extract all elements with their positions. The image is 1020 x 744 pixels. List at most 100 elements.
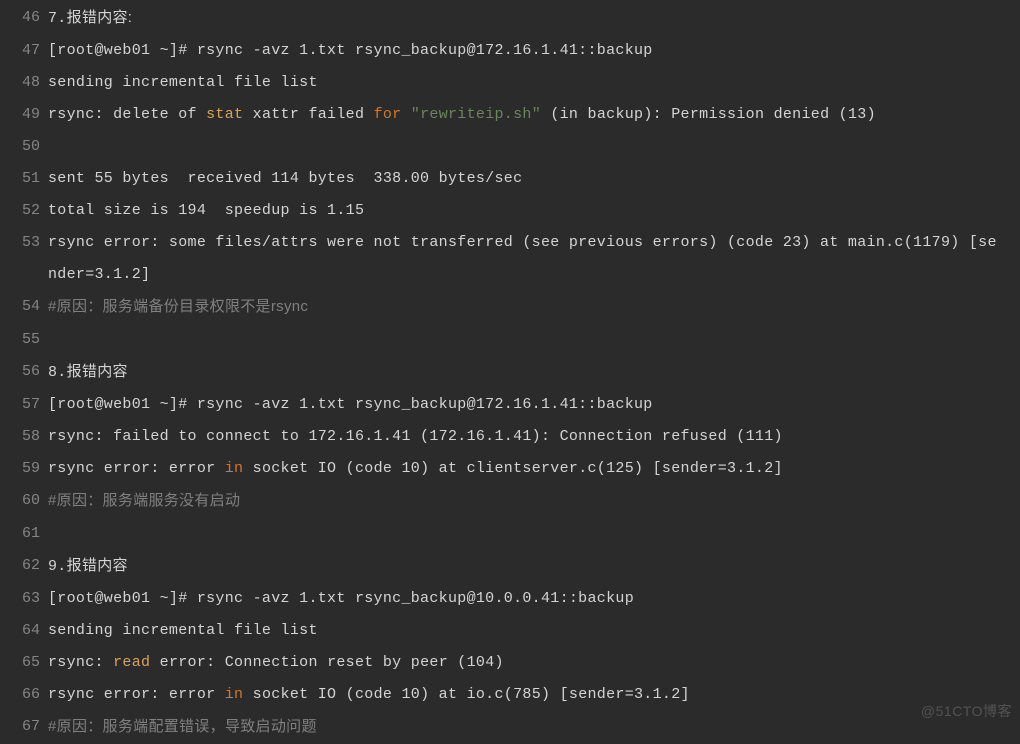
line-content: #原因：服务端服务没有启动 [48, 485, 1020, 518]
line-number: 63 [0, 583, 48, 615]
line-number: 46 [0, 2, 48, 34]
token: xattr failed [243, 106, 373, 123]
line-number: 59 [0, 453, 48, 485]
line-content: rsync error: some files/attrs were not t… [48, 227, 1020, 291]
token: 报错内容 [67, 363, 128, 380]
code-line: 60#原因：服务端服务没有启动 [0, 485, 1020, 518]
code-line: 47[root@web01 ~]# rsync -avz 1.txt rsync… [0, 35, 1020, 67]
code-line: 55 [0, 324, 1020, 356]
line-number: 61 [0, 518, 48, 550]
token: rsync error: error [48, 686, 225, 703]
line-number: 58 [0, 421, 48, 453]
token: [root@web01 ~]# rsync -avz 1.txt rsync_b… [48, 42, 653, 59]
token: sent 55 bytes received 114 bytes 338.00 … [48, 170, 522, 187]
token [401, 106, 410, 123]
token: 报错内容: [67, 9, 133, 26]
line-number: 60 [0, 485, 48, 517]
code-line: 54#原因：服务端备份目录权限不是rsync [0, 291, 1020, 324]
line-number: 57 [0, 389, 48, 421]
line-content: [root@web01 ~]# rsync -avz 1.txt rsync_b… [48, 35, 1020, 67]
line-content: total size is 194 speedup is 1.15 [48, 195, 1020, 227]
code-line: 66rsync error: error in socket IO (code … [0, 679, 1020, 711]
line-content: sending incremental file list [48, 67, 1020, 99]
code-line: 67#原因：服务端配置错误，导致启动问题 [0, 711, 1020, 744]
code-line: 57[root@web01 ~]# rsync -avz 1.txt rsync… [0, 389, 1020, 421]
line-number: 64 [0, 615, 48, 647]
token: #原因：服务端服务没有启动 [48, 492, 240, 509]
line-content: 9.报错内容 [48, 550, 1020, 583]
line-content: rsync: failed to connect to 172.16.1.41 … [48, 421, 1020, 453]
line-number: 56 [0, 356, 48, 388]
token: 7. [48, 10, 67, 27]
line-number: 47 [0, 35, 48, 67]
token: [root@web01 ~]# rsync -avz 1.txt rsync_b… [48, 590, 634, 607]
line-content: [root@web01 ~]# rsync -avz 1.txt rsync_b… [48, 389, 1020, 421]
line-content: [root@web01 ~]# rsync -avz 1.txt rsync_b… [48, 583, 1020, 615]
token: (in backup): Permission denied (13) [541, 106, 876, 123]
token: "rewriteip.sh" [411, 106, 541, 123]
token: total size is 194 speedup is 1.15 [48, 202, 364, 219]
code-line: 61 [0, 518, 1020, 550]
token: [root@web01 ~]# rsync -avz 1.txt rsync_b… [48, 396, 653, 413]
line-content: sending incremental file list [48, 615, 1020, 647]
token: sending incremental file list [48, 74, 318, 91]
token: rsync error: error [48, 460, 225, 477]
line-number: 55 [0, 324, 48, 356]
line-number: 66 [0, 679, 48, 711]
token: 报错内容 [67, 557, 128, 574]
code-line: 50 [0, 131, 1020, 163]
token: in [225, 460, 244, 477]
line-number: 48 [0, 67, 48, 99]
token: error: Connection reset by peer (104) [150, 654, 503, 671]
code-line: 53rsync error: some files/attrs were not… [0, 227, 1020, 291]
token: for [374, 106, 402, 123]
line-number: 50 [0, 131, 48, 163]
line-number: 51 [0, 163, 48, 195]
code-line: 64sending incremental file list [0, 615, 1020, 647]
line-content: #原因：服务端配置错误，导致启动问题 [48, 711, 1020, 744]
token: stat [206, 106, 243, 123]
token: read [113, 654, 150, 671]
code-line: 58rsync: failed to connect to 172.16.1.4… [0, 421, 1020, 453]
token: 9. [48, 558, 67, 575]
token: socket IO (code 10) at io.c(785) [sender… [243, 686, 689, 703]
line-content [48, 324, 1020, 356]
token: rsync: delete of [48, 106, 206, 123]
line-content: rsync error: error in socket IO (code 10… [48, 679, 1020, 711]
token: sending incremental file list [48, 622, 318, 639]
code-line: 59rsync error: error in socket IO (code … [0, 453, 1020, 485]
line-number: 65 [0, 647, 48, 679]
token: #原因：服务端备份目录权限不是rsync [48, 298, 308, 315]
line-number: 62 [0, 550, 48, 582]
line-number: 54 [0, 291, 48, 323]
code-editor: 467.报错内容:47[root@web01 ~]# rsync -avz 1.… [0, 0, 1020, 744]
line-number: 53 [0, 227, 48, 259]
line-content [48, 518, 1020, 550]
code-line: 49rsync: delete of stat xattr failed for… [0, 99, 1020, 131]
line-number: 67 [0, 711, 48, 743]
token: rsync: failed to connect to 172.16.1.41 … [48, 428, 783, 445]
line-content: rsync: read error: Connection reset by p… [48, 647, 1020, 679]
code-line: 63[root@web01 ~]# rsync -avz 1.txt rsync… [0, 583, 1020, 615]
code-line: 48sending incremental file list [0, 67, 1020, 99]
line-content: sent 55 bytes received 114 bytes 338.00 … [48, 163, 1020, 195]
token: #原因：服务端配置错误，导致启动问题 [48, 718, 317, 735]
line-content: #原因：服务端备份目录权限不是rsync [48, 291, 1020, 324]
line-content: 7.报错内容: [48, 2, 1020, 35]
line-content: rsync error: error in socket IO (code 10… [48, 453, 1020, 485]
token: rsync: [48, 654, 113, 671]
token: socket IO (code 10) at clientserver.c(12… [243, 460, 782, 477]
code-line: 467.报错内容: [0, 2, 1020, 35]
line-number: 52 [0, 195, 48, 227]
line-number: 49 [0, 99, 48, 131]
code-line: 51sent 55 bytes received 114 bytes 338.0… [0, 163, 1020, 195]
line-content [48, 131, 1020, 163]
token: 8. [48, 364, 67, 381]
code-line: 568.报错内容 [0, 356, 1020, 389]
line-content: 8.报错内容 [48, 356, 1020, 389]
line-content: rsync: delete of stat xattr failed for "… [48, 99, 1020, 131]
watermark-text: @51CTO博客 [921, 701, 1012, 721]
token: in [225, 686, 244, 703]
code-line: 629.报错内容 [0, 550, 1020, 583]
code-line: 65rsync: read error: Connection reset by… [0, 647, 1020, 679]
